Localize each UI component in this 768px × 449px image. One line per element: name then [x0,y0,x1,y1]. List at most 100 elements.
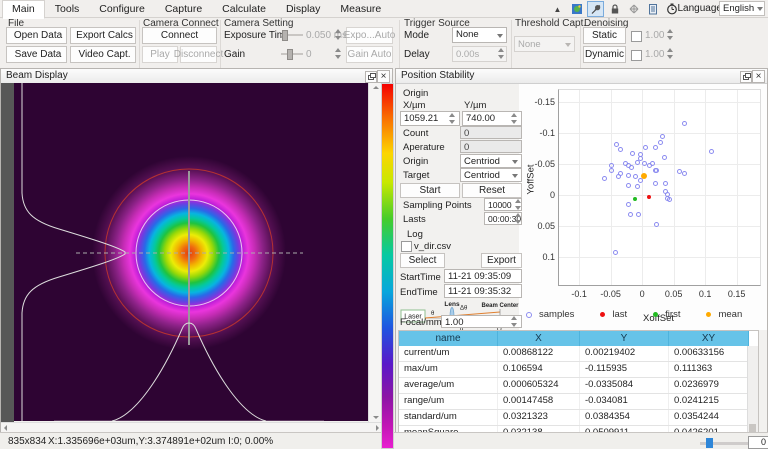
static-checkbox[interactable] [631,31,642,42]
samples-point [682,171,687,176]
disconnect-button[interactable]: Disconnect [180,46,217,63]
start-time-value: 11-21 09:35:09 [444,269,522,283]
table-row[interactable]: average/um0.000605324-0.03350840.0236979 [399,378,758,394]
exposure-slider[interactable] [281,29,303,40]
save-data-button[interactable]: Save Data [6,46,67,63]
stat-name-cell: range/um [399,394,498,409]
report-icon[interactable] [644,1,661,17]
beam-panel-close-icon[interactable]: × [377,70,390,83]
log-file-checkbox[interactable] [401,241,412,252]
table-row[interactable]: max/um0.106594-0.1159350.111363 [399,362,758,378]
reset-button[interactable]: Reset [462,183,522,198]
separator [139,20,140,75]
language-label: Language [678,3,723,14]
samples-point [628,212,633,217]
y-tick-label: -0.05 [525,159,555,169]
select-button[interactable]: Select [400,253,445,268]
samples-legend-marker [526,312,532,318]
position-stability-panel: Position Stability × Origin X/µm Y/µm 10… [395,68,768,437]
exposure-stepper[interactable] [334,28,343,41]
tab-display[interactable]: Display [276,0,330,19]
target-select[interactable]: Centriod [460,168,522,182]
dynamic-checkbox[interactable] [631,50,642,61]
frame-slider-handle[interactable] [706,438,713,448]
stats-table: nameXYXY current/um0.008681220.002194020… [398,330,759,436]
log-file-label: v_dir.csv [414,241,451,252]
connect-button[interactable]: Connect [142,27,217,44]
tab-tools[interactable]: Tools [45,0,90,19]
lock-icon[interactable] [606,1,623,17]
pin-icon[interactable] [587,1,604,17]
static-button[interactable]: Static [583,27,626,44]
column-header-XY[interactable]: XY [669,331,749,346]
static-stepper[interactable] [666,28,675,41]
mode-select[interactable]: None [452,27,507,43]
beam-panel-title: Beam Display [1,69,392,84]
gain-auto-button[interactable]: Gain Auto [346,46,393,63]
table-scrollbar[interactable] [747,346,758,435]
lasts-stepper[interactable] [514,212,523,225]
origin-y-stepper[interactable] [510,112,519,125]
position-panel-close-icon[interactable]: × [752,70,765,83]
display-settings-icon[interactable] [568,1,585,17]
focal-stepper[interactable] [510,315,519,328]
video-capture-button[interactable]: Video Capt. [70,46,136,63]
language-select[interactable]: English [719,1,765,16]
samples-point [635,160,640,165]
column-header-name[interactable]: name [399,331,498,346]
stat-value-cell: 0.0354244 [669,410,749,425]
origin-mode-select[interactable]: Centriod [460,154,522,168]
open-data-button[interactable]: Open Data [6,27,67,44]
start-button[interactable]: Start [400,183,460,198]
table-row[interactable]: current/um0.008681220.002194020.00633156 [399,346,758,362]
stat-name-cell: average/um [399,378,498,393]
play-button[interactable]: Play [142,46,178,63]
position-panel-restore-icon[interactable] [740,71,752,83]
threshold-select[interactable]: None [514,36,575,52]
tab-measure[interactable]: Measure [330,0,391,19]
x-tick-label: 0.15 [724,289,750,299]
beam-panel-restore-icon[interactable] [365,71,377,83]
plot-legend: sampleslastfirstmean [526,309,742,320]
stat-value-cell: 0.106594 [498,362,580,377]
export-button[interactable]: Export [481,253,522,268]
export-calcs-button[interactable]: Export Calcs [70,27,136,44]
tab-main[interactable]: Main [2,0,45,19]
samples-point [613,250,618,255]
mean-point [641,173,647,179]
table-row[interactable]: range/um0.00147458-0.0340810.0241215 [399,394,758,410]
gridline [737,90,738,285]
dynamic-button[interactable]: Dynamic [583,46,626,63]
origin-x-stepper[interactable] [448,112,457,125]
image-margin [1,83,14,422]
gridline [559,133,760,134]
exposure-auto-button[interactable]: Expo...Auto [346,27,393,44]
gain-stepper[interactable] [334,47,343,60]
resize-icon[interactable] [625,1,642,17]
gain-slider[interactable] [281,48,303,59]
scatter-plot[interactable]: -0.1-0.0500.050.10.15-0.15-0.1-0.0500.05… [558,89,761,286]
beam-image[interactable] [14,83,368,421]
samples-point [636,212,641,217]
delay-stepper[interactable] [497,47,506,60]
x-tick-label: -0.1 [566,289,592,299]
y-tick-label: -0.1 [525,128,555,138]
dynamic-stepper[interactable] [666,47,675,60]
x-tick-label: 0.1 [692,289,718,299]
aperture-value: 0 [460,140,522,153]
beam-vertical-scrollbar[interactable] [368,83,382,422]
beam-horizontal-scrollbar[interactable] [1,422,382,432]
sampling-points-stepper[interactable] [514,198,523,211]
samples-point [618,171,623,176]
samples-point [626,183,631,188]
column-header-X[interactable]: X [498,331,580,346]
last-legend-marker [600,312,605,317]
collapse-ribbon-icon[interactable]: ▲ [549,1,566,17]
samples-point [654,222,659,227]
column-header-Y[interactable]: Y [580,331,669,346]
table-row[interactable]: standard/um0.03213230.03843540.0354244 [399,410,758,426]
tab-calculate[interactable]: Calculate [212,0,276,19]
start-time-label: StartTime [400,272,441,283]
tab-capture[interactable]: Capture [155,0,212,19]
tab-configure[interactable]: Configure [89,0,155,19]
